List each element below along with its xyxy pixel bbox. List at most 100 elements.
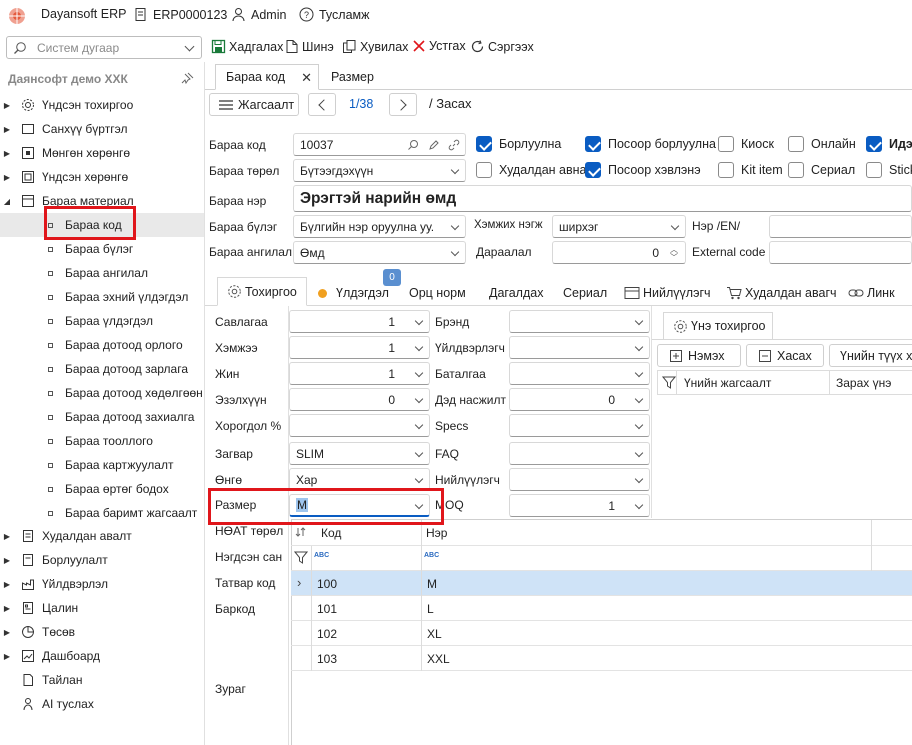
- sidebar-item-production[interactable]: ▶ Үйлдвэрлэл: [0, 572, 204, 596]
- sidebar-item-finance[interactable]: ▶ Санхүү бүртгэл: [0, 117, 204, 141]
- sidebar-subitem[interactable]: Бараа эхний үлдэгдэл: [48, 285, 188, 309]
- type-select[interactable]: Бүтээгдэхүүн: [293, 159, 466, 182]
- sidebar-item-budget[interactable]: ▶ Төсөв: [0, 620, 204, 644]
- serial-checkbox[interactable]: [788, 162, 804, 178]
- model-select[interactable]: SLIM: [289, 442, 430, 465]
- tab-supplier[interactable]: Нийлүүлэгч: [624, 280, 711, 306]
- supplier-select[interactable]: [509, 468, 650, 491]
- sidebar-subitem[interactable]: Бараа дотоод орлого: [48, 333, 183, 357]
- sidebar-subitem[interactable]: Бараа ангилал: [48, 261, 148, 285]
- tab-settings[interactable]: Тохиргоо: [217, 277, 307, 306]
- sidebar-subitem[interactable]: Бараа өртөг бодох: [48, 477, 169, 501]
- table-row[interactable]: 103 XXL: [291, 646, 912, 671]
- list-button[interactable]: Жагсаалт: [209, 93, 299, 116]
- name-column-header[interactable]: Нэр: [426, 526, 447, 540]
- sidebar-item-report[interactable]: Тайлан: [0, 668, 204, 692]
- prev-button[interactable]: [308, 93, 336, 116]
- system-number-search[interactable]: Систем дугаар: [6, 36, 202, 59]
- sell-checkbox[interactable]: [476, 136, 492, 152]
- pin-icon[interactable]: [180, 72, 194, 86]
- tab-inbound-norm[interactable]: Орц норм: [409, 280, 466, 306]
- unit-select[interactable]: ширхэг: [552, 215, 686, 238]
- external-code-input[interactable]: [769, 241, 912, 264]
- sidebar-item-payroll[interactable]: ▶ Цалин: [0, 596, 204, 620]
- tab-size[interactable]: Размер: [323, 64, 374, 90]
- sidebar-item-cash[interactable]: ▶ Мөнгөн хөрөнгө: [0, 141, 204, 165]
- pencil-icon[interactable]: [428, 139, 440, 151]
- sticker-checkbox[interactable]: [866, 162, 882, 178]
- sidebar-item-dashboard[interactable]: ▶ Дашбоард: [0, 644, 204, 668]
- idevh-checkbox[interactable]: [866, 136, 882, 152]
- link-icon[interactable]: [448, 139, 460, 151]
- category-select[interactable]: Өмд: [293, 241, 466, 264]
- delete-button[interactable]: Устгах: [412, 39, 466, 53]
- name-input[interactable]: Эрэгтэй нарийн өмд: [293, 185, 912, 212]
- purchase-checkbox[interactable]: [476, 162, 492, 178]
- new-button[interactable]: Шинэ: [285, 39, 334, 54]
- packaging-input[interactable]: 1: [289, 310, 430, 333]
- group-select[interactable]: Бүлгийн нэр оруулна уу.: [293, 215, 466, 238]
- sidebar-item-ai-assistant[interactable]: AI туслах: [0, 692, 204, 716]
- table-row[interactable]: 102 XL: [291, 621, 912, 646]
- save-button[interactable]: Хадгалах: [211, 39, 283, 54]
- sidebar-subitem[interactable]: Бараа баримт жагсаалт: [48, 501, 197, 525]
- size-measure-input[interactable]: 1: [289, 336, 430, 359]
- copy-button[interactable]: Хувилах: [342, 39, 408, 54]
- remove-button[interactable]: Хасах: [746, 344, 824, 367]
- loss-percent-select[interactable]: [289, 414, 430, 437]
- kit-item-checkbox[interactable]: [718, 162, 734, 178]
- tab-link[interactable]: Линк: [848, 280, 895, 306]
- tab-balance[interactable]: Үлдэгдэл: [318, 280, 389, 306]
- warranty-select[interactable]: [509, 362, 650, 385]
- next-button[interactable]: [389, 93, 417, 116]
- table-row[interactable]: › 100 M: [291, 571, 912, 596]
- table-row[interactable]: 101 L: [291, 596, 912, 621]
- sidebar-subitem[interactable]: Бараа дотоод хөдөлгөөн: [48, 381, 203, 405]
- sidebar-item-sales[interactable]: ▶ Борлуулалт: [0, 548, 204, 572]
- close-icon[interactable]: ✕: [301, 70, 312, 86]
- code-column-header[interactable]: Код: [321, 526, 341, 540]
- sidebar-subitem[interactable]: Бараа бүлэг: [48, 237, 133, 261]
- tab-buyer[interactable]: Худалдан авагч: [726, 280, 837, 306]
- faq-select[interactable]: [509, 442, 650, 465]
- seq-input[interactable]: 0 ︿ ﹀: [552, 241, 686, 264]
- filter-icon[interactable]: [662, 376, 676, 389]
- sidebar-subitem[interactable]: Бараа дотоод зарлага: [48, 357, 188, 381]
- weight-input[interactable]: 1: [289, 362, 430, 385]
- price-history-button[interactable]: Үнийн түүх ха: [829, 344, 912, 367]
- tab-product-code[interactable]: Бараа код ✕: [215, 64, 319, 90]
- help-menu[interactable]: ? Тусламж: [299, 7, 370, 22]
- sort-icon[interactable]: [295, 526, 307, 538]
- sidebar-item-main-settings[interactable]: ▶ Үндсэн тохиргоо: [0, 93, 204, 117]
- refresh-button[interactable]: Сэргээх: [470, 39, 534, 54]
- filter-icon[interactable]: [294, 551, 308, 564]
- sidebar-subitem[interactable]: Бараа дотоод захиалга: [48, 405, 194, 429]
- search-icon[interactable]: [407, 139, 419, 151]
- volume-input[interactable]: 0: [289, 388, 430, 411]
- name-en-input[interactable]: [769, 215, 912, 238]
- sidebar-subitem[interactable]: Бараа картжуулалт: [48, 453, 173, 477]
- tab-price-settings[interactable]: Үнэ тохиргоо: [663, 312, 773, 340]
- text-filter-icon[interactable]: ABC: [424, 552, 439, 559]
- kiosk-checkbox[interactable]: [718, 136, 734, 152]
- doc-code-item[interactable]: ERP0000123: [133, 7, 227, 22]
- pos-sell-checkbox[interactable]: [585, 136, 601, 152]
- stepper-icon[interactable]: ︿ ﹀: [670, 246, 678, 262]
- sidebar-item-fixed-assets[interactable]: ▶ Үндсэн хөрөнгө: [0, 165, 204, 189]
- sidebar-item-purchase[interactable]: ▶ Худалдан авалт: [0, 524, 204, 548]
- moq-input[interactable]: 1: [509, 494, 650, 517]
- brand-select[interactable]: [509, 310, 650, 333]
- code-input[interactable]: 10037: [293, 133, 466, 156]
- sidebar-subitem[interactable]: Бараа үлдэгдэл: [48, 309, 153, 333]
- add-button[interactable]: Нэмэх: [657, 344, 741, 367]
- online-checkbox[interactable]: [788, 136, 804, 152]
- tab-serial[interactable]: Сериал: [563, 280, 607, 306]
- text-filter-icon[interactable]: ABC: [314, 552, 329, 559]
- specs-select[interactable]: [509, 414, 650, 437]
- tab-companion[interactable]: Дагалдах: [489, 280, 543, 306]
- user-menu[interactable]: Admin: [231, 7, 286, 22]
- sidebar-subitem[interactable]: Бараа тооллого: [48, 429, 153, 453]
- sub-age-input[interactable]: 0: [509, 388, 650, 411]
- pos-print-checkbox[interactable]: [585, 162, 601, 178]
- manufacturer-select[interactable]: [509, 336, 650, 359]
